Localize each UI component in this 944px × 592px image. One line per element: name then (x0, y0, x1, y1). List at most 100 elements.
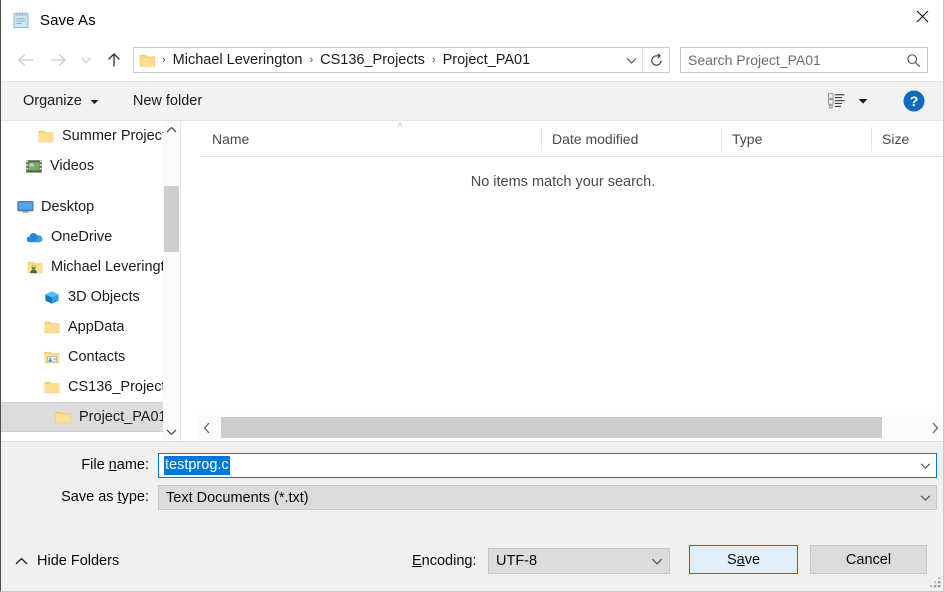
file-list-pane[interactable]: ˄ Name Date modified Type Size No items mat… (181, 121, 943, 441)
view-options-button[interactable] (821, 88, 851, 114)
svg-text:?: ? (910, 93, 919, 109)
sidebar-item-appdata[interactable]: AppData (1, 312, 180, 342)
sidebar-item-onedrive[interactable]: OneDrive (1, 222, 180, 252)
save-as-type-value: Text Documents (*.txt) (166, 489, 309, 506)
folder-icon (43, 378, 61, 396)
chevron-down-icon (920, 495, 930, 501)
cancel-button[interactable]: Cancel (810, 545, 927, 574)
back-button[interactable] (11, 45, 41, 75)
hide-folders-button[interactable]: Hide Folders (15, 548, 119, 574)
sidebar-item-3d-objects[interactable]: 3D Objects (1, 282, 180, 312)
save-label-pre: S (726, 551, 737, 568)
view-dropdown-button[interactable] (851, 88, 875, 114)
tree-group-gap (1, 181, 180, 192)
address-bar[interactable]: › Michael Leverington › CS136_Projects ›… (133, 47, 670, 73)
breadcrumb: › Michael Leverington › CS136_Projects ›… (134, 52, 620, 68)
up-button[interactable] (101, 45, 127, 75)
sidebar-item-label: OneDrive (51, 229, 113, 245)
organize-button[interactable]: Organize (13, 87, 109, 115)
save-as-type-label-pre: Save as (61, 489, 118, 505)
save-button[interactable]: Sa ve (689, 545, 798, 574)
recent-locations-button[interactable] (75, 45, 97, 75)
list-view-icon (827, 93, 844, 109)
file-name-value: testprog.c (164, 456, 230, 475)
chevron-right-icon (932, 422, 939, 434)
navigation-pane: Summer Project Videos Desktop OneDrive Micha… (1, 121, 180, 441)
encoding-select[interactable]: UTF-8 (488, 548, 670, 574)
desktop-icon (16, 198, 34, 216)
cancel-label: Cancel (845, 551, 892, 568)
save-as-type-select[interactable]: Text Documents (*.txt) (158, 485, 937, 510)
column-header-name[interactable]: Name (201, 121, 541, 156)
chevron-down-icon (652, 558, 662, 565)
sidebar-item-summer-project[interactable]: Summer Project (1, 121, 180, 151)
help-button[interactable]: ? (899, 86, 929, 116)
breadcrumb-item-1[interactable]: CS136_Projects (317, 52, 428, 68)
sidebar-item-label: Videos (50, 158, 95, 174)
column-divider[interactable] (541, 127, 542, 151)
forward-button[interactable] (43, 45, 73, 75)
sidebar-scroll-thumb[interactable] (164, 186, 179, 252)
encoding-label-key: E (412, 553, 422, 569)
save-label-key: a (736, 551, 745, 568)
organize-label: Organize (23, 93, 82, 109)
file-name-dropdown-button[interactable] (914, 454, 936, 477)
contacts-folder-icon (43, 348, 61, 366)
scroll-left-button[interactable] (197, 415, 217, 441)
column-header-type[interactable]: Type (721, 121, 871, 156)
refresh-button[interactable] (643, 48, 669, 72)
sidebar-item-michael-leverington[interactable]: Michael Leverington (1, 252, 180, 282)
sidebar-item-project-pa01[interactable]: Project_PA01 (1, 402, 180, 432)
file-name-label-pre: File (81, 457, 109, 473)
sidebar-item-videos[interactable]: Videos (1, 151, 180, 181)
new-folder-label: New folder (132, 93, 203, 109)
folder-icon (43, 318, 61, 336)
sidebar-item-contacts[interactable]: Contacts (1, 342, 180, 372)
close-icon (916, 10, 928, 22)
save-as-type-label: Save as type: (1, 489, 149, 505)
sidebar-scrollbar[interactable] (163, 121, 180, 441)
window-title: Save As (40, 11, 96, 29)
user-folder-icon (26, 258, 44, 276)
new-folder-button[interactable]: New folder (123, 87, 212, 115)
column-header-row: ˄ Name Date modified Type Size (201, 121, 943, 157)
column-header-date-modified[interactable]: Date modified (541, 121, 721, 156)
title-bar: Save As (1, 0, 943, 40)
file-list-hscrollbar[interactable] (197, 415, 943, 441)
encoding-dropdown-icon[interactable] (645, 549, 669, 573)
column-header-size[interactable]: Size (871, 121, 943, 156)
sidebar-item-desktop[interactable]: Desktop (1, 192, 180, 222)
resize-grip[interactable] (929, 576, 942, 589)
scroll-down-button[interactable] (163, 423, 180, 441)
encoding-label-post: ncoding: (421, 553, 477, 569)
sidebar-item-label: Michael Leverington (51, 259, 180, 275)
search-box[interactable] (680, 47, 928, 73)
column-divider[interactable] (871, 127, 872, 151)
close-button[interactable] (899, 0, 943, 32)
encoding-value: UTF-8 (496, 553, 538, 569)
onedrive-icon (26, 228, 44, 246)
hscroll-thumb[interactable] (221, 417, 882, 438)
scroll-up-button[interactable] (163, 121, 180, 139)
refresh-icon (650, 52, 662, 66)
command-bar: Organize New folder ? (1, 81, 943, 121)
breadcrumb-item-0[interactable]: Michael Leverington (170, 52, 306, 68)
sidebar-item-cs136-projects[interactable]: CS136_Projects (1, 372, 180, 402)
scroll-right-button[interactable] (925, 415, 943, 441)
folder-icon (37, 127, 55, 145)
save-as-type-dropdown-icon[interactable] (914, 486, 936, 509)
column-header-label: Name (212, 130, 250, 147)
breadcrumb-item-2[interactable]: Project_PA01 (440, 52, 534, 68)
help-icon: ? (903, 90, 925, 112)
address-dropdown-button[interactable] (620, 48, 642, 72)
videos-icon (25, 157, 43, 175)
encoding-label: Encoding: (412, 553, 477, 569)
breadcrumb-separator: › (431, 54, 436, 66)
save-as-dialog: Save As › Michael Leverington › CS136_Pr… (0, 0, 944, 592)
breadcrumb-separator: › (162, 54, 166, 66)
search-input[interactable] (681, 51, 899, 69)
file-name-input[interactable]: testprog.c (158, 453, 937, 478)
caret-down-icon (858, 98, 868, 104)
sidebar-item-label: CS136_Projects (68, 379, 173, 395)
column-divider[interactable] (721, 127, 722, 151)
